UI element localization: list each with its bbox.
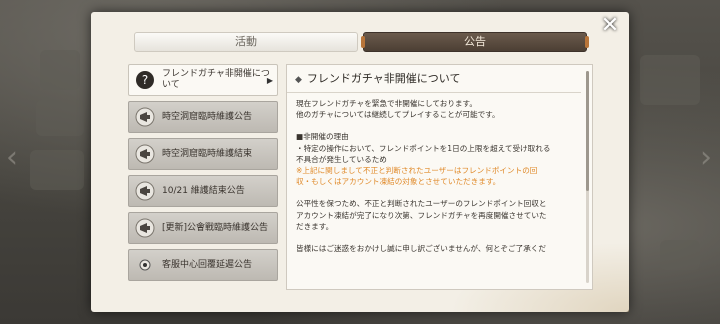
right-arrow-icon: › [700,140,712,175]
scrollbar-thumb[interactable] [586,71,589,191]
megaphone-icon [134,217,156,239]
notice-detail: ◆ フレンドガチャ非開催について 現在フレンドガチャを緊急で非開催にしております。… [286,64,593,290]
body-line: 他のガチャについては継続してプレイすることが可能です。 [296,110,500,120]
notice-list: ? フレンドガチャ非開催について ▶ 時空洞窟臨時維護公告 時空洞窟臨時維護結束 10/2… [128,64,278,290]
warning-line: ※上記に関しまして不正と判断されたユーザーはフレンドポイントの回 [296,166,538,176]
body-line: 不具合が発生しているため [296,154,387,164]
notice-detail-header: ◆ フレンドガチャ非開催について [287,65,581,93]
notice-item-label: [更新]公會戰臨時維護公告 [162,222,269,233]
body-line: ■非開催の理由 [296,132,349,142]
notice-item[interactable]: [更新]公會戰臨時維護公告 [128,212,278,244]
megaphone-icon [134,180,156,202]
notice-item[interactable]: 時空洞窟臨時維護公告 [128,101,278,133]
notice-item-label: フレンドガチャ非開催について [162,69,270,90]
megaphone-icon [134,143,156,165]
close-icon[interactable]: ✕ [600,15,620,37]
body-line: ・特定の操作において、フレンドポイントを1日の上限を超えて受け取れる [296,143,551,153]
caret-right-icon: ▶ [266,76,273,85]
notice-item-label: 10/21 維護結束公告 [162,185,245,196]
body-line: アカウント凍結が完了になり次第、フレンドガチャを再度開催させていた [296,210,547,220]
notice-item-label: 時空洞窟臨時維護公告 [162,111,253,122]
notice-item[interactable]: 客服中心回覆延遲公告 [128,249,278,281]
svg-text:?: ? [142,73,148,87]
body-line: 公平性を保つため、不正と判断されたユーザーのフレンドポイント回収と [296,199,547,209]
record-icon [134,254,156,276]
notice-detail-body: 現在フレンドガチャを緊急で非開催にしております。他のガチャについては継続してプレ… [296,98,578,254]
notice-detail-title: フレンドガチャ非開催について [306,72,461,85]
notice-item[interactable]: 時空洞窟臨時維護結束 [128,138,278,170]
notice-item[interactable]: ? フレンドガチャ非開催について ▶ [128,64,278,96]
notice-item-label: 時空洞窟臨時維護結束 [162,148,253,159]
body-line: 皆様にはご迷惑をおかけし誠に申し訳ございませんが、何とぞご了承くだ [296,244,546,254]
scrollbar[interactable] [586,71,589,283]
left-arrow-icon: ‹ [6,140,18,175]
megaphone-icon [134,106,156,128]
body-line: だきます。 [296,221,334,231]
tab-notice[interactable]: 公告 [361,32,589,52]
notice-item-label: 客服中心回覆延遲公告 [162,259,253,270]
question-icon: ? [134,69,156,91]
warning-line: 収・もしくはアカウント凍結の対象とさせていただきます。 [296,177,501,187]
notice-item[interactable]: 10/21 維護結束公告 [128,175,278,207]
diamond-icon: ◆ [295,75,302,85]
tab-activity[interactable]: 活動 [134,32,358,52]
body-line: 現在フレンドガチャを緊急で非開催にしております。 [296,99,477,108]
